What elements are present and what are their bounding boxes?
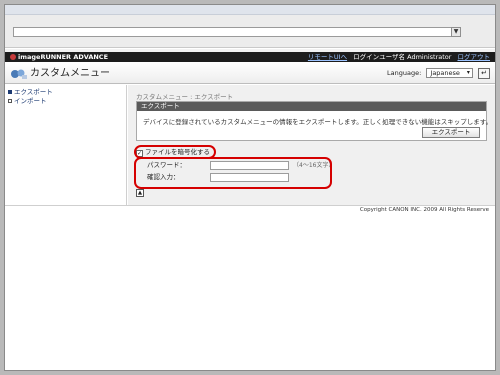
export-panel: エクスポート デバイスに登録されているカスタムメニューの情報をエクスポートします…: [136, 101, 492, 141]
header-links: リモートUIへ ログインユーザ名 Administrator ログアウト: [308, 53, 490, 61]
export-description: デバイスに登録されているカスタムメニューの情報をエクスポートします。正しく処理で…: [143, 118, 493, 126]
browser-window: ▼ imageRUNNER ADVANCE リモートUIへ ログインユーザ名 A…: [4, 4, 496, 371]
sidebar-item-label: インポート: [14, 97, 47, 105]
language-label: Language:: [387, 69, 422, 77]
page-title-bar: カスタムメニュー Language: Japanese ↵: [5, 63, 495, 84]
language-apply-button[interactable]: ↵: [478, 68, 490, 79]
content-divider: [5, 205, 495, 206]
address-bar[interactable]: ▼: [13, 27, 461, 37]
language-selector-area: Language: Japanese ↵: [387, 68, 490, 79]
custom-menu-icon: [11, 69, 27, 79]
login-user-label: ログインユーザ名: [353, 53, 406, 61]
bullet-icon: [8, 90, 12, 94]
copyright: Copyright CANON INC. 2009 All Rights Res…: [359, 207, 489, 213]
sidebar-item-label: エクスポート: [14, 88, 53, 96]
brand-name: imageRUNNER ADVANCE: [18, 53, 109, 61]
main-content: カスタムメニュー : エクスポート エクスポート デバイスに登録されているカスタ…: [128, 85, 495, 205]
login-user: ログインユーザ名 Administrator: [353, 53, 451, 61]
user-name: Administrator: [407, 53, 452, 61]
panel-body: デバイスに登録されているカスタムメニューの情報をエクスポートします。正しく処理で…: [137, 111, 492, 140]
browser-titlebar: [5, 5, 495, 15]
address-dropdown-button[interactable]: ▼: [451, 27, 461, 37]
breadcrumb: カスタムメニュー : エクスポート: [136, 93, 234, 101]
page-title: カスタムメニュー: [30, 68, 110, 79]
sidebar: エクスポート インポート: [5, 85, 127, 205]
panel-title: エクスポート: [137, 102, 486, 111]
canon-logo-icon: [10, 54, 16, 60]
export-button[interactable]: エクスポート: [422, 127, 480, 138]
scroll-to-top-button[interactable]: ▲: [136, 189, 144, 197]
bullet-icon: [8, 99, 12, 103]
highlight-password-annotation: [134, 157, 332, 189]
sidebar-item-import[interactable]: インポート: [8, 97, 47, 105]
remote-ui-link[interactable]: リモートUIへ: [308, 53, 347, 61]
logout-link[interactable]: ログアウト: [458, 53, 491, 61]
app-header: imageRUNNER ADVANCE リモートUIへ ログインユーザ名 Adm…: [5, 52, 495, 62]
language-select[interactable]: Japanese: [426, 68, 473, 78]
sidebar-item-export[interactable]: エクスポート: [8, 88, 53, 96]
brand: imageRUNNER ADVANCE: [10, 53, 108, 61]
